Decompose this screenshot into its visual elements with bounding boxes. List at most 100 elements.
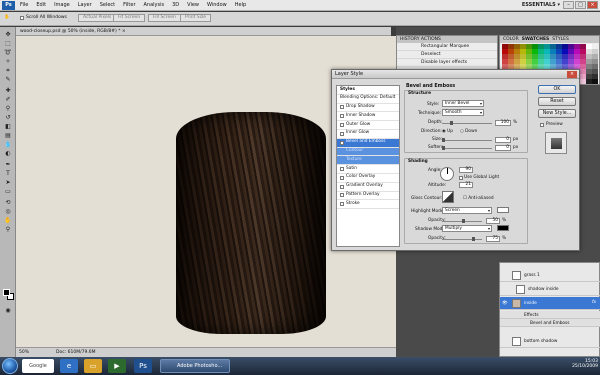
checkbox[interactable]	[340, 114, 344, 119]
ie-icon[interactable]: e	[60, 359, 78, 373]
scroll-all-checkbox[interactable]	[20, 15, 24, 20]
tab-color[interactable]: COLOR	[503, 36, 519, 43]
technique-select[interactable]: Smooth	[442, 109, 484, 116]
path-select-icon[interactable]: ➤	[3, 179, 13, 187]
eye-icon[interactable]	[502, 273, 507, 278]
menu-analysis[interactable]: Analysis	[144, 2, 165, 8]
swatch-cell[interactable]	[592, 79, 598, 84]
move-tool-icon[interactable]: ✥	[3, 31, 13, 39]
folder-icon[interactable]: ▭	[84, 359, 102, 373]
hand-tool-icon[interactable]: ✋	[4, 15, 10, 20]
fill-screen-button[interactable]: Fill Screen	[148, 14, 181, 22]
layer-row-selected[interactable]: 👁 inside fx	[500, 297, 600, 310]
menu-help[interactable]: Help	[235, 2, 246, 8]
highlight-color-swatch[interactable]	[497, 207, 509, 213]
type-tool-icon[interactable]: T	[3, 170, 13, 178]
document-tab[interactable]: wood-closeup.psd @ 50% (inside, RGB/8#) …	[16, 27, 391, 36]
checkbox-checked[interactable]	[540, 122, 544, 127]
layer-row[interactable]: shadow inside	[500, 283, 600, 296]
layer-row[interactable]: grass 1	[500, 269, 600, 282]
history-item[interactable]: Rectangular Marquee	[397, 43, 497, 51]
antialiased-checkbox[interactable]: ☐ Anti-aliased	[463, 196, 494, 201]
dialog-close-icon[interactable]: ×	[567, 71, 577, 78]
eyedropper-icon[interactable]: ✎	[3, 76, 13, 84]
checkbox[interactable]	[340, 184, 344, 189]
history-brush-icon[interactable]: ↺	[3, 114, 13, 122]
checkbox[interactable]	[340, 202, 344, 207]
eraser-icon[interactable]: ◧	[3, 123, 13, 131]
menu-layer[interactable]: Layer	[78, 2, 92, 8]
shadow-opacity-slider[interactable]	[442, 237, 482, 241]
magic-wand-icon[interactable]: ✧	[3, 58, 13, 66]
blur-tool-icon[interactable]: 💧	[3, 141, 13, 149]
marquee-tool-icon[interactable]: ⬚	[3, 40, 13, 48]
history-item[interactable]: Deselect	[397, 51, 497, 59]
maximize-icon[interactable]: □	[575, 1, 586, 9]
checkbox[interactable]	[340, 175, 344, 180]
zoom-tool-icon[interactable]: ⚲	[3, 226, 13, 234]
photoshop-taskbar-icon[interactable]: Ps	[134, 359, 152, 373]
depth-slider[interactable]	[442, 121, 492, 125]
menu-file[interactable]: File	[20, 2, 28, 8]
checkbox-checked[interactable]	[340, 140, 344, 145]
style-select[interactable]: Inner Bevel	[442, 100, 484, 107]
direction-up-radio[interactable]: ◉ Up	[442, 129, 453, 134]
fit-screen-button[interactable]: Fit Screen	[113, 14, 146, 22]
history-tabs[interactable]: HISTORY ACTIONS	[397, 36, 497, 43]
new-style-button[interactable]: New Style...	[538, 109, 576, 118]
checkbox[interactable]	[340, 131, 344, 136]
3d-orbit-icon[interactable]: ◎	[3, 208, 13, 216]
style-list-item[interactable]: Stroke	[337, 200, 399, 210]
checkbox[interactable]	[340, 167, 344, 172]
dodge-tool-icon[interactable]: ◐	[3, 150, 13, 158]
reset-button[interactable]: Reset	[538, 97, 576, 106]
healing-brush-icon[interactable]: ✚	[3, 87, 13, 95]
zoom-level[interactable]: 50%	[19, 348, 29, 357]
clone-stamp-icon[interactable]: ⚲	[3, 105, 13, 113]
use-global-light-checkbox[interactable]: Use Global Light	[459, 175, 499, 180]
menu-view[interactable]: View	[187, 2, 199, 8]
size-slider[interactable]	[442, 138, 492, 142]
altitude-input[interactable]: 21	[459, 182, 473, 188]
soften-input[interactable]: 0	[495, 145, 511, 151]
fx-icon[interactable]: fx	[592, 300, 596, 305]
slider-knob[interactable]	[442, 146, 445, 150]
depth-input[interactable]: 100	[495, 120, 511, 126]
soften-slider[interactable]	[442, 146, 492, 150]
start-button[interactable]	[2, 358, 18, 374]
shape-tool-icon[interactable]: ▭	[3, 188, 13, 196]
effect-item[interactable]: Bevel and Emboss	[500, 319, 600, 327]
history-item[interactable]: Disable layer effects	[397, 59, 497, 67]
checkbox-checked[interactable]	[459, 175, 463, 180]
media-player-icon[interactable]: ▶	[108, 359, 126, 373]
ok-button[interactable]: OK	[538, 85, 576, 94]
workspace-switcher[interactable]: ESSENTIALS ▾	[522, 2, 560, 8]
google-search-box[interactable]: Google	[22, 359, 54, 373]
menu-edit[interactable]: Edit	[36, 2, 46, 8]
effects-row[interactable]: Effects	[500, 311, 600, 319]
highlight-opacity-input[interactable]: 50	[486, 218, 500, 224]
slider-knob[interactable]	[472, 237, 475, 241]
checkbox[interactable]	[340, 193, 344, 198]
tab-styles[interactable]: STYLES	[552, 36, 569, 43]
menu-window[interactable]: Window	[207, 2, 227, 8]
checkbox[interactable]	[340, 105, 344, 110]
brush-tool-icon[interactable]: ✐	[3, 96, 13, 104]
angle-input[interactable]: 90	[459, 167, 473, 173]
eye-icon[interactable]: 👁	[502, 301, 508, 306]
close-icon[interactable]: ×	[587, 1, 598, 9]
size-input[interactable]: 0	[495, 137, 511, 143]
print-size-button[interactable]: Print Size	[180, 14, 212, 22]
clock-date[interactable]: 25/10/2009	[538, 364, 598, 369]
checkbox[interactable]	[340, 123, 344, 128]
slider-knob[interactable]	[462, 219, 465, 223]
minimize-icon[interactable]: –	[563, 1, 574, 9]
foreground-color-swatch[interactable]	[3, 289, 10, 296]
crop-tool-icon[interactable]: ⌗	[3, 67, 13, 75]
shadow-mode-select[interactable]: Multiply	[442, 225, 492, 232]
highlight-opacity-slider[interactable]	[442, 219, 482, 223]
menu-select[interactable]: Select	[100, 2, 115, 8]
taskbar-task-photoshop[interactable]: Adobe Photosho...	[160, 359, 230, 373]
3d-rotate-icon[interactable]: ⟲	[3, 199, 13, 207]
layer-row[interactable]: bottom shadow	[500, 335, 600, 348]
